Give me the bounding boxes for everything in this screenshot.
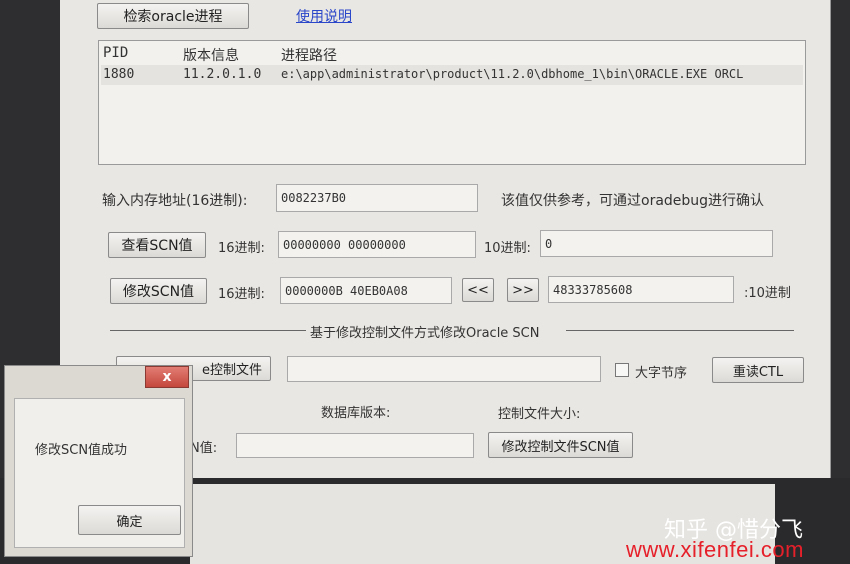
memory-address-input[interactable]: 0082237B0 xyxy=(276,184,478,212)
help-link[interactable]: 使用说明 xyxy=(296,6,352,26)
memory-hint: 该值仅供参考，可通过oradebug进行确认 xyxy=(501,193,765,209)
section-divider-right xyxy=(566,330,794,331)
view-scn-hex-field[interactable]: 00000000 00000000 xyxy=(278,231,476,258)
ctl-scn-label: N值: xyxy=(190,441,218,456)
column-header-path: 进程路径 xyxy=(281,48,337,64)
ctl-size-label: 控制文件大小: xyxy=(498,407,581,422)
modify-scn-dec-field[interactable]: 48333785608 xyxy=(548,276,734,303)
view-scn-dec-field[interactable]: 0 xyxy=(540,230,773,257)
modify-scn-button[interactable]: 修改SCN值 xyxy=(110,278,207,304)
success-dialog: x 修改SCN值成功 确定 xyxy=(4,365,193,557)
column-header-version: 版本信息 xyxy=(183,48,239,64)
search-oracle-process-button[interactable]: 检索oracle进程 xyxy=(97,3,249,29)
section-divider-left xyxy=(110,330,306,331)
dialog-message: 修改SCN值成功 xyxy=(35,443,128,458)
watermark-url: www.xifenfei.com xyxy=(626,537,804,562)
cell-version[interactable]: 11.2.0.1.0 xyxy=(183,67,261,82)
big-endian-label: 大字节序 xyxy=(635,366,688,381)
column-header-pid: PID xyxy=(103,45,129,61)
big-endian-checkbox[interactable] xyxy=(615,363,629,377)
modify-scn-hex-field[interactable]: 0000000B 40EB0A08 xyxy=(280,277,452,304)
modify-dec-label: :10进制 xyxy=(744,286,791,301)
memory-address-label: 输入内存地址(16进制): xyxy=(102,193,248,209)
process-list[interactable]: PID 版本信息 进程路径 1880 11.2.0.1.0 e:\app\adm… xyxy=(98,40,806,165)
view-dec-label: 10进制: xyxy=(484,241,531,256)
modify-hex-label: 16进制: xyxy=(218,287,265,302)
section-title: 基于修改控制文件方式修改Oracle SCN xyxy=(310,326,540,341)
view-scn-button[interactable]: 查看SCN值 xyxy=(108,232,206,258)
view-hex-label: 16进制: xyxy=(218,241,265,256)
shift-left-button[interactable]: << xyxy=(462,278,494,302)
modify-ctl-scn-button[interactable]: 修改控制文件SCN值 xyxy=(488,432,633,458)
close-icon: x xyxy=(162,369,172,385)
close-button[interactable]: x xyxy=(145,366,189,388)
shift-right-button[interactable]: >> xyxy=(507,278,539,302)
ctl-scn-field[interactable] xyxy=(236,433,474,458)
control-file-path-field[interactable] xyxy=(287,356,601,382)
dialog-content: 修改SCN值成功 确定 xyxy=(14,398,185,548)
reread-ctl-button[interactable]: 重读CTL xyxy=(712,357,804,383)
ok-button[interactable]: 确定 xyxy=(78,505,181,535)
db-version-label: 数据库版本: xyxy=(321,406,391,421)
cell-path[interactable]: e:\app\administrator\product\11.2.0\dbho… xyxy=(281,67,743,81)
cell-pid[interactable]: 1880 xyxy=(103,67,134,82)
